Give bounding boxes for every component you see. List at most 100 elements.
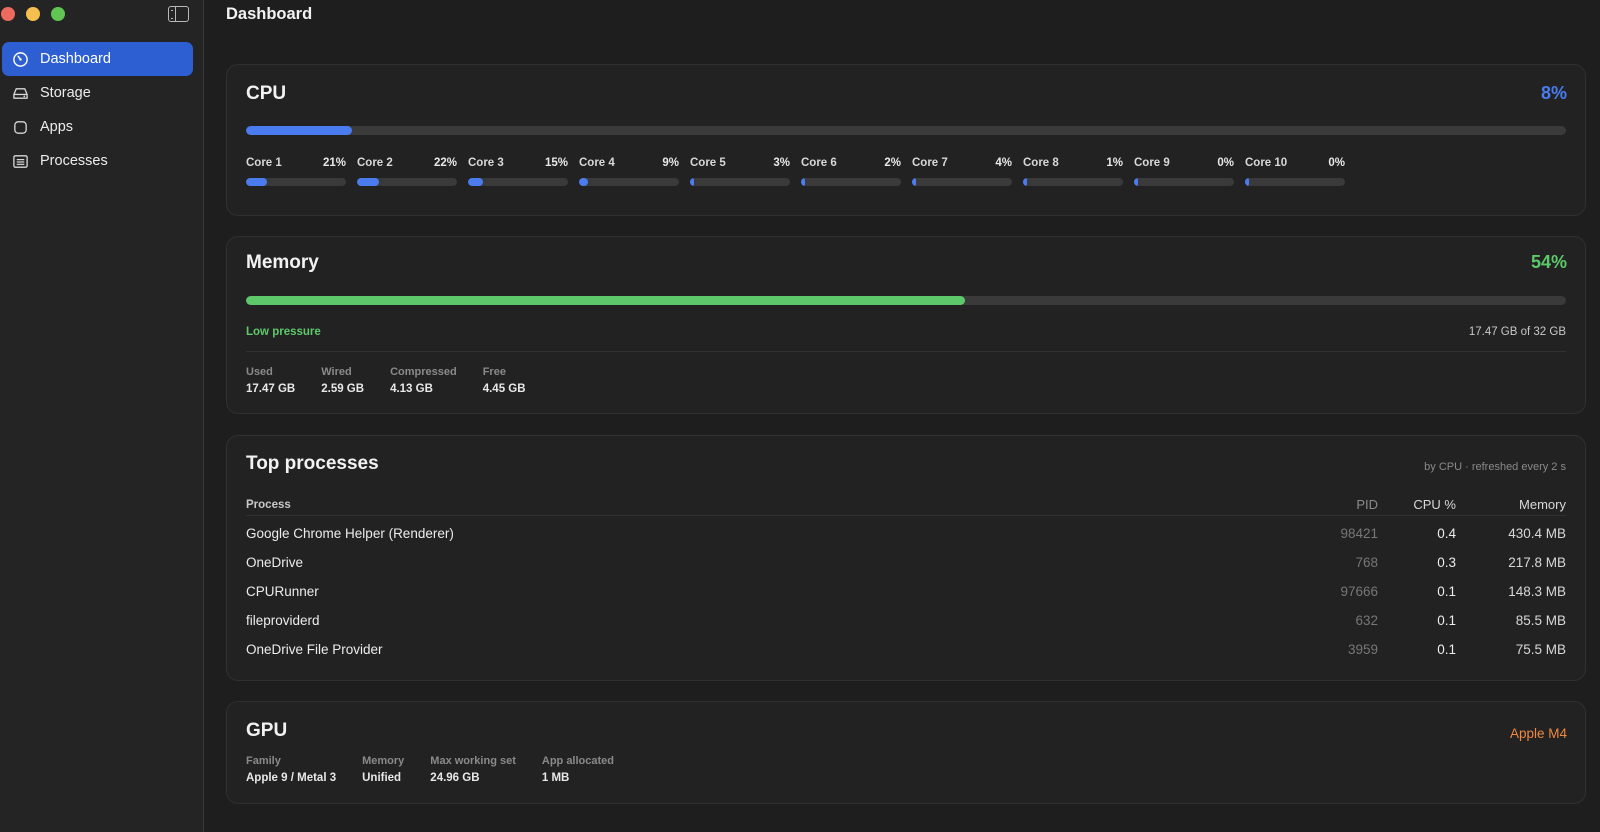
core-label: Core 7 (912, 157, 948, 169)
processes-refresh-note: by CPU · refreshed every 2 s (1424, 461, 1566, 473)
stat-value: Unified (362, 772, 402, 784)
core-bar-fill (1134, 178, 1138, 186)
stat-label: Used (246, 366, 273, 378)
core-bar (801, 178, 901, 186)
stat-value: 17.47 GB (246, 383, 296, 395)
core-bar (1134, 178, 1234, 186)
cpu-core: Core 9 0% (1134, 157, 1234, 187)
processes-title: Top processes (246, 453, 379, 474)
column-header-pid[interactable]: PID (1298, 497, 1378, 512)
stat-label: App allocated (541, 755, 614, 767)
zoom-window-button[interactable] (51, 7, 65, 21)
sidebar-nav: Dashboard Storage Apps Processes (2, 42, 193, 178)
core-bar-fill (1245, 178, 1249, 186)
cpu-core: Core 4 9% (579, 157, 679, 187)
gpu-stat-memory: Memory Unified (362, 755, 404, 784)
cpu-core: Core 10 0% (1245, 157, 1345, 187)
cpu-title: CPU (246, 83, 287, 104)
gpu-title: GPU (246, 720, 288, 741)
top-processes-card: Top processes by CPU · refreshed every 2… (226, 435, 1586, 681)
core-percent: 1% (1106, 157, 1123, 169)
sidebar-item-dashboard[interactable]: Dashboard (2, 42, 193, 76)
core-bar-fill (801, 178, 805, 186)
stat-label: Memory (362, 755, 405, 767)
stat-value: 4.45 GB (482, 383, 526, 395)
gpu-stats: Family Apple 9 / Metal 3 Memory Unified … (246, 755, 640, 784)
process-name: CPURunner (246, 584, 319, 599)
stat-label: Wired (321, 366, 352, 378)
memory-card: Memory 54% Low pressure 17.47 GB of 32 G… (226, 236, 1586, 414)
stat-value: Apple 9 / Metal 3 (246, 772, 337, 784)
core-percent: 2% (884, 157, 901, 169)
window-controls (1, 7, 65, 21)
table-row[interactable]: OneDrive 768 0.3 217.8 MB (246, 548, 1566, 577)
sidebar-item-label: Processes (40, 153, 108, 169)
process-pid: 3959 (1347, 642, 1378, 657)
memory-title: Memory (246, 252, 319, 273)
process-memory: 430.4 MB (1508, 526, 1566, 541)
processes-table: Process PID CPU % Memory Google Chrome H… (246, 494, 1566, 664)
core-bar (579, 178, 679, 186)
core-percent: 3% (773, 157, 790, 169)
core-bar-fill (690, 178, 694, 186)
process-cpu: 0.1 (1437, 642, 1456, 657)
drive-icon (12, 85, 29, 102)
cpu-core: Core 8 1% (1023, 157, 1123, 187)
stat-label: Free (482, 366, 506, 378)
gpu-card: GPU Apple M4 Family Apple 9 / Metal 3 Me… (226, 701, 1586, 804)
table-header: Process PID CPU % Memory (246, 494, 1566, 516)
core-bar-fill (246, 178, 267, 186)
process-cpu: 0.1 (1437, 584, 1456, 599)
cpu-total-bar-fill (246, 126, 352, 135)
cpu-card: CPU 8% Core 1 21% Core 2 22% Core 3 15% Core 4… (226, 64, 1586, 216)
cpu-core: Core 1 21% (246, 157, 346, 187)
list-icon (12, 153, 29, 170)
core-bar-fill (912, 178, 916, 186)
memory-total-percent: 54% (1530, 252, 1567, 272)
close-window-button[interactable] (1, 7, 15, 21)
memory-pressure-label: Low pressure (246, 326, 321, 338)
cpu-total-bar (246, 126, 1566, 135)
column-header-process[interactable]: Process (246, 499, 1298, 511)
core-percent: 0% (1328, 157, 1345, 169)
process-pid: 768 (1355, 555, 1378, 570)
process-memory: 85.5 MB (1515, 613, 1566, 628)
app-square-icon (12, 119, 29, 136)
cpu-core: Core 2 22% (357, 157, 457, 187)
core-bar-fill (579, 178, 588, 186)
table-row[interactable]: OneDrive File Provider 3959 0.1 75.5 MB (246, 635, 1566, 664)
core-bar (690, 178, 790, 186)
table-row[interactable]: CPURunner 97666 0.1 148.3 MB (246, 577, 1566, 606)
process-memory: 148.3 MB (1508, 584, 1566, 599)
sidebar-item-processes[interactable]: Processes (2, 144, 193, 178)
process-name: OneDrive (246, 555, 304, 570)
gpu-stat-app-allocated: App allocated 1 MB (542, 755, 614, 784)
column-header-memory[interactable]: Memory (1456, 497, 1566, 512)
core-label: Core 4 (579, 157, 615, 169)
memory-bar-fill (246, 296, 966, 305)
core-percent: 22% (433, 157, 457, 169)
core-bar-fill (1023, 178, 1027, 186)
core-percent: 9% (662, 157, 679, 169)
core-percent: 15% (544, 157, 568, 169)
cpu-core: Core 6 2% (801, 157, 901, 187)
process-memory: 217.8 MB (1508, 555, 1566, 570)
column-header-cpu[interactable]: CPU % (1378, 497, 1456, 512)
memory-usage-text: 17.47 GB of 32 GB (1468, 326, 1566, 338)
memory-stat-wired: Wired 2.59 GB (321, 366, 364, 395)
memory-stat-free: Free 4.45 GB (483, 366, 526, 395)
gauge-icon (12, 51, 29, 68)
core-bar (357, 178, 457, 186)
stat-label: Max working set (430, 755, 516, 767)
table-row[interactable]: fileproviderd 632 0.1 85.5 MB (246, 606, 1566, 635)
process-cpu: 0.4 (1437, 526, 1456, 541)
sidebar-item-apps[interactable]: Apps (2, 110, 193, 144)
memory-stat-compressed: Compressed 4.13 GB (390, 366, 457, 395)
table-row[interactable]: Google Chrome Helper (Renderer) 98421 0.… (246, 519, 1566, 548)
core-bar (1245, 178, 1345, 186)
sidebar-item-storage[interactable]: Storage (2, 76, 193, 110)
core-label: Core 2 (357, 157, 393, 169)
memory-stat-used: Used 17.47 GB (246, 366, 295, 395)
minimize-window-button[interactable] (26, 7, 40, 21)
sidebar-toggle-icon[interactable] (168, 6, 189, 22)
